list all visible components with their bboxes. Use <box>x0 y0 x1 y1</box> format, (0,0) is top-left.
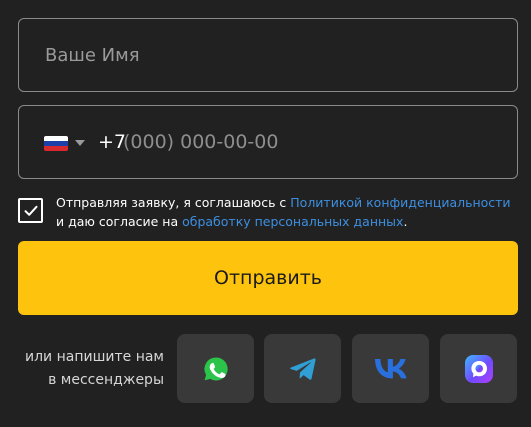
max-messenger-icon <box>464 354 493 383</box>
telegram-button[interactable] <box>264 334 341 403</box>
messenger-prompt-line: в мессенджеры <box>48 372 164 388</box>
personal-data-link[interactable]: обработку персональных данных <box>182 214 403 229</box>
telegram-icon <box>289 357 316 380</box>
consent-text-part: и даю согласие на <box>56 214 183 229</box>
phone-country-code: +7 <box>98 131 127 153</box>
phone-input[interactable] <box>123 106 483 178</box>
checkmark-icon <box>24 205 37 216</box>
whatsapp-button[interactable] <box>177 334 254 403</box>
vk-icon <box>374 358 407 378</box>
chevron-down-icon[interactable] <box>75 140 85 146</box>
vk-button[interactable] <box>352 334 429 403</box>
name-field[interactable] <box>18 18 518 92</box>
max-messenger-button[interactable] <box>440 334 517 403</box>
name-input[interactable] <box>45 19 485 91</box>
consent-checkbox[interactable] <box>18 198 43 223</box>
privacy-policy-link[interactable]: Политикой конфиденциальности <box>290 195 510 210</box>
consent-text: Отправляя заявку, я соглашаюсь с Политик… <box>56 193 520 231</box>
consent-text-part: Отправляя заявку, я соглашаюсь с <box>56 195 291 210</box>
consent-text-part: . <box>403 214 408 229</box>
submit-button[interactable]: Отправить <box>18 241 518 315</box>
russia-flag-icon[interactable] <box>44 136 68 151</box>
phone-field[interactable]: +7 <box>18 105 518 179</box>
messenger-prompt: или напишите нам в мессенджеры <box>14 346 164 392</box>
whatsapp-icon <box>203 356 228 380</box>
messenger-prompt-line: или напишите нам <box>24 349 164 365</box>
